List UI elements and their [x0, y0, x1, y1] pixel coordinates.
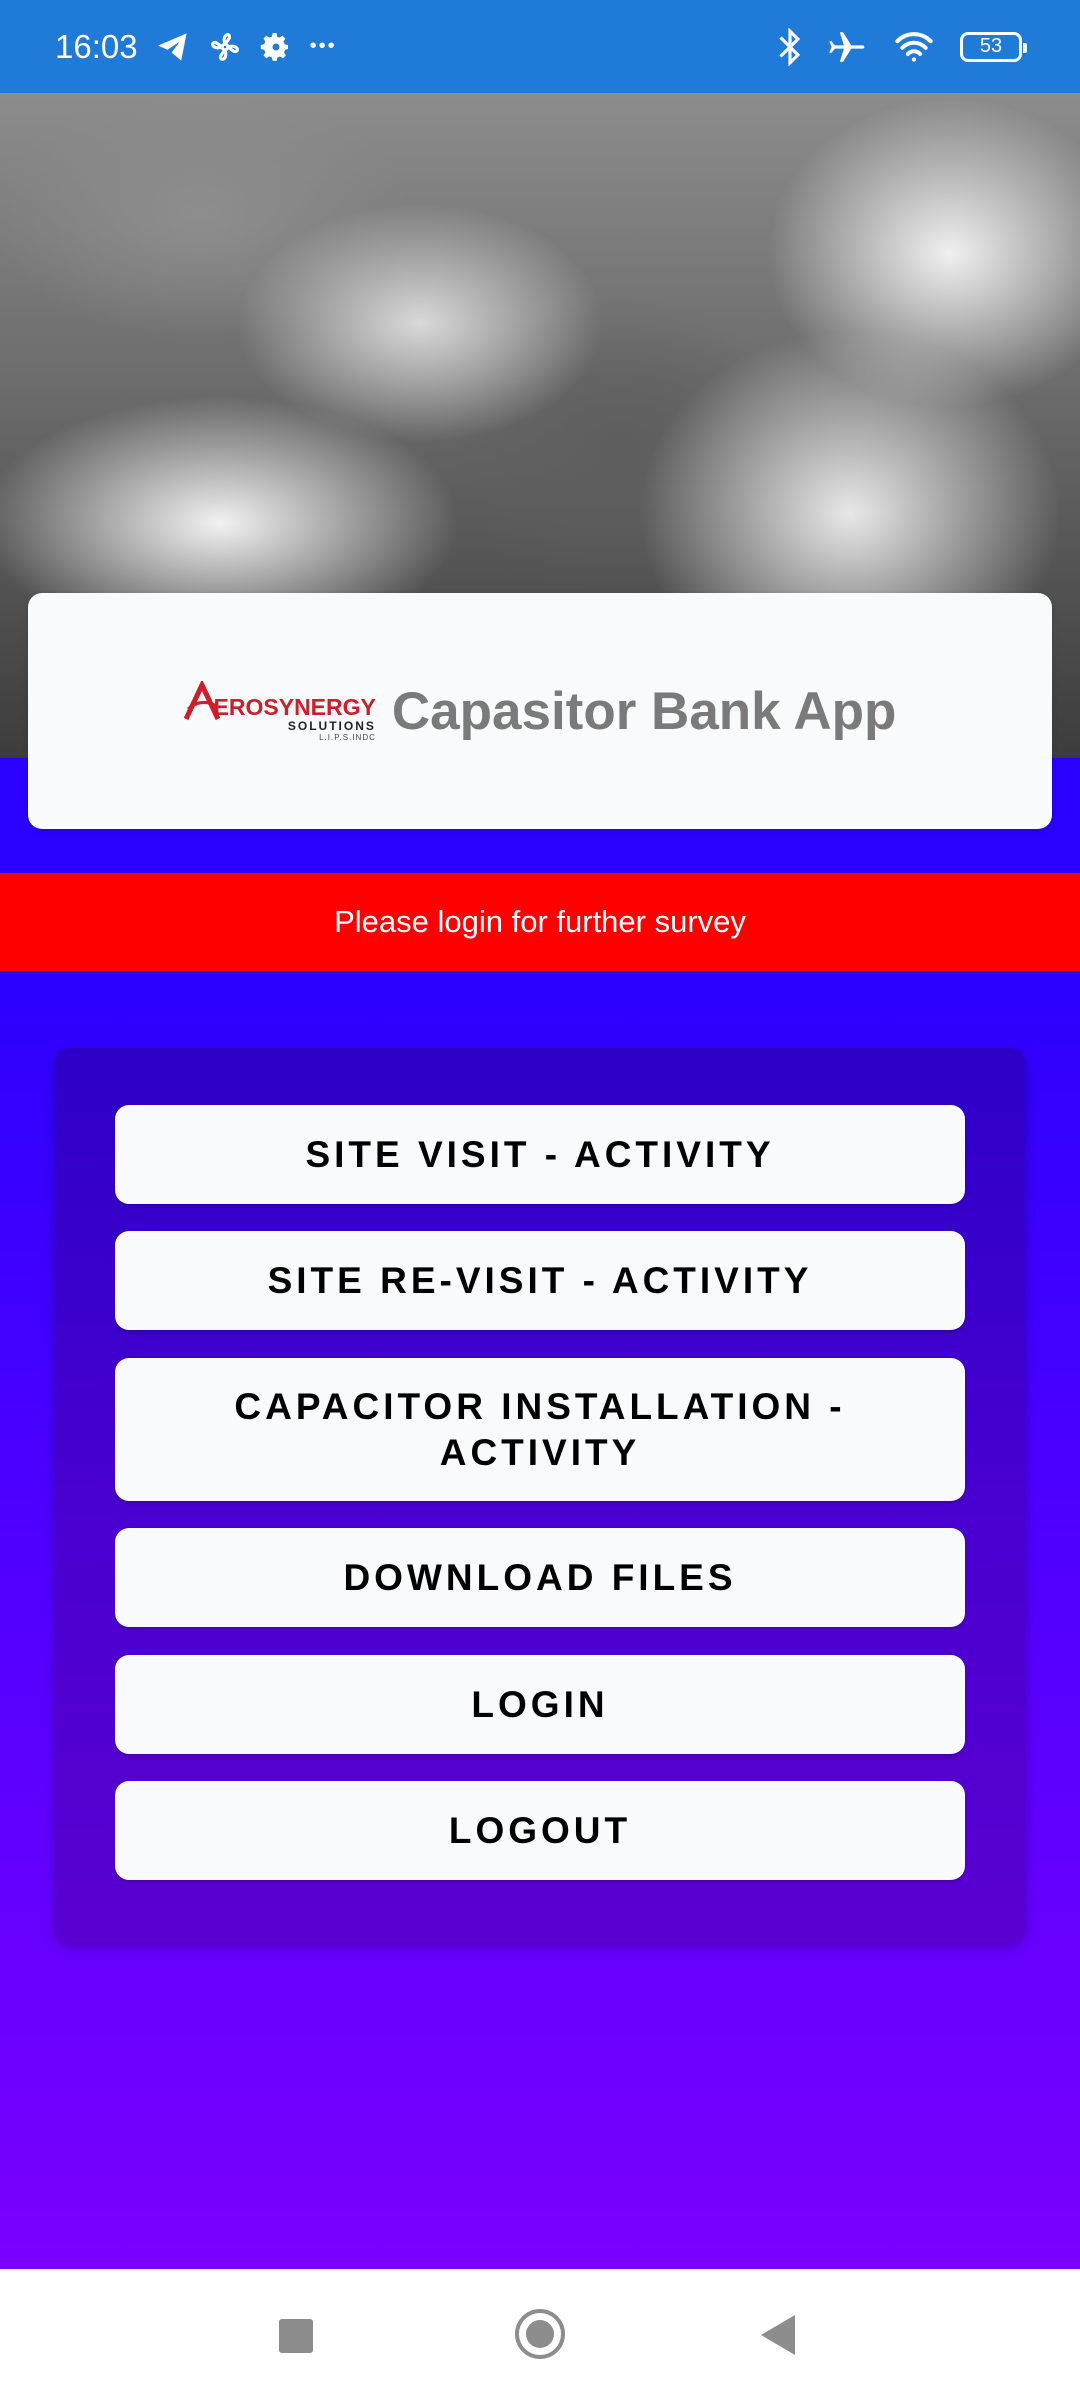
login-button[interactable]: LOGIN — [115, 1655, 965, 1754]
home-circle-icon[interactable] — [515, 2309, 565, 2359]
bluetooth-icon — [778, 27, 802, 66]
logo-sub-text: SOLUTIONS — [287, 718, 376, 733]
telegram-icon — [156, 32, 190, 62]
logo-tiny-text: L.I.P.S.INDC — [319, 732, 376, 742]
logo-brand-text: EROSYNERGY — [213, 693, 376, 720]
fan-icon — [208, 30, 242, 64]
status-bar: 16:03 ••• 53 — [0, 0, 1080, 93]
app-title-card: EROSYNERGY SOLUTIONS L.I.P.S.INDC Capasi… — [28, 593, 1052, 829]
back-triangle-icon[interactable] — [761, 2315, 795, 2355]
site-visit-activity-button[interactable]: SITE VISIT - ACTIVITY — [115, 1105, 965, 1204]
battery-level: 53 — [979, 35, 1003, 57]
login-alert-text: Please login for further survey — [334, 904, 746, 939]
capacitor-installation-activity-button[interactable]: CAPACITOR INSTALLATION - ACTIVITY — [115, 1358, 965, 1501]
wifi-icon — [894, 31, 934, 63]
login-alert-banner: Please login for further survey — [0, 873, 1080, 971]
status-left: 16:03 ••• — [55, 0, 337, 93]
status-right: 53 — [778, 0, 1027, 93]
aerosynergy-logo: EROSYNERGY SOLUTIONS L.I.P.S.INDC — [183, 680, 376, 742]
status-time: 16:03 — [55, 27, 138, 65]
app-title: Capasitor Bank App — [391, 681, 897, 741]
recents-square-icon[interactable] — [279, 2319, 313, 2353]
airplane-mode-icon — [828, 29, 868, 65]
site-revisit-activity-button[interactable]: SITE RE-VISIT - ACTIVITY — [115, 1231, 965, 1330]
settings-gear-icon — [260, 31, 292, 63]
more-dots-icon: ••• — [309, 35, 337, 57]
download-files-button[interactable]: DOWNLOAD FILES — [115, 1528, 965, 1627]
logout-button[interactable]: LOGOUT — [115, 1781, 965, 1880]
battery-icon: 53 — [960, 31, 1027, 62]
